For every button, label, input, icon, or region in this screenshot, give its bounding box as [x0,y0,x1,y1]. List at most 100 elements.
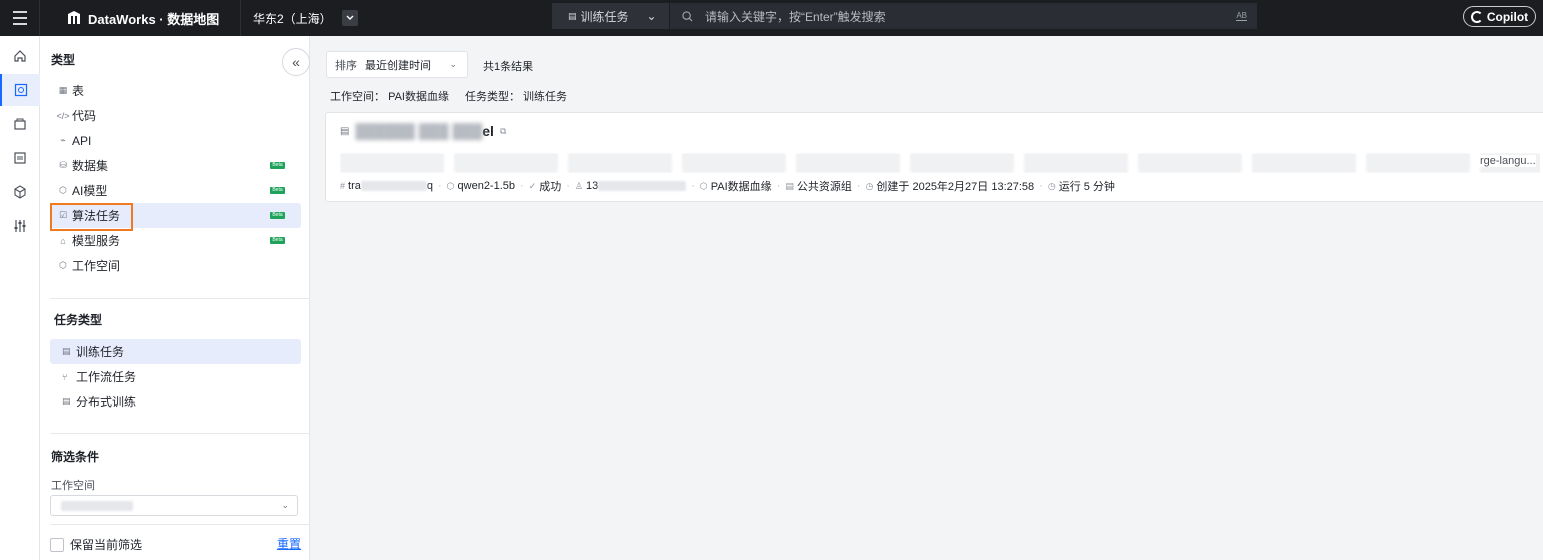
task-type-label: 工作流任务 [76,370,137,384]
filter-sidebar: 类型 « ▦ 表 </> 代码 ⌁ API ⛁ 数据集 Beta ⬡ AI模型 Beta ☑ 算… [40,36,310,560]
type-item-workspace[interactable]: ⬡ 工作空间 [50,253,301,278]
meta-workspace: PAI数据血缘 [710,181,772,193]
workspace-filter-select[interactable]: ⌄ [50,495,298,516]
filter-value: PAI数据血缘 [388,91,449,103]
type-list: ▦ 表 </> 代码 ⌁ API ⛁ 数据集 Beta ⬡ AI模型 Beta ☑ 算法任务 Be… [50,78,301,278]
brand-title: DataWorks · 数据地图 [88,11,220,27]
search-input[interactable]: 请输入关键字，按“Enter”触发搜索 AB [670,3,1257,29]
settings-sliders-icon[interactable] [0,210,40,242]
beta-badge: Beta [270,187,285,194]
meta-id-prefix: tra [348,180,361,192]
meta-id-suffix: q [426,180,433,192]
home-icon[interactable] [0,40,40,72]
clock-icon: ◷ [1047,180,1056,191]
beta-badge: Beta [270,212,285,219]
workflow-icon: ⑂ [62,371,68,382]
result-meta: # tra q · ⬡ qwen2-1.5b · ✓ 成功 · ♙ 13 · ⬡… [340,180,1115,193]
redacted-user [598,181,687,191]
type-section-title: 类型 [51,53,76,67]
copy-icon[interactable]: ⧉ [500,126,506,137]
reset-link[interactable]: 重置 [277,535,301,552]
training-icon: ▤ [62,346,71,356]
meta-user-prefix: 13 [585,180,599,192]
type-item-table[interactable]: ▦ 表 [50,78,301,103]
type-label: 模型服务 [72,234,121,248]
redacted-title: ██████ ███ ███ [355,123,483,139]
result-card[interactable]: ▤ ██████ ███ ███ el ⧉ rge-langu... # tra… [325,112,1543,202]
ai-model-icon: ⬡ [59,185,67,195]
type-item-model-service[interactable]: ⌂ 模型服务 Beta [50,228,301,253]
type-item-code[interactable]: </> 代码 [50,103,301,128]
chevron-down-icon[interactable] [341,10,358,26]
task-type-item-workflow[interactable]: ⑂ 工作流任务 [50,364,301,389]
task-type-item-distributed[interactable]: ▤ 分布式训练 [50,389,301,414]
search-icon [682,10,693,22]
redacted-tag [1366,153,1470,173]
training-task-icon: ▤ [340,125,350,137]
type-label: 代码 [72,109,97,123]
redacted-tag [910,153,1014,173]
keep-filter-label: 保留当前筛选 [70,538,143,552]
search-mode-hint[interactable]: AB [1236,11,1247,21]
brand[interactable]: DataWorks · 数据地图 [40,9,240,28]
filter-section-title: 筛选条件 [51,450,100,464]
book-icon[interactable] [0,142,40,174]
cube-icon[interactable] [0,176,40,208]
result-count: 共1条结果 [483,61,534,73]
workspace-filter-label: 工作空间 [51,480,95,492]
filter-key: 工作空间： [330,91,385,103]
type-item-ai-model[interactable]: ⬡ AI模型 Beta [50,178,301,203]
task-type-item-training[interactable]: ▤ 训练任务 [50,339,301,364]
sort-select[interactable]: 排序 最近创建时间 ⌄ [326,51,468,78]
type-label: AI模型 [72,184,108,198]
redacted-id [360,181,427,191]
type-label: 表 [72,84,85,98]
type-label: 数据集 [72,159,109,173]
meta-runtime: 运行 5 分钟 [1058,181,1115,193]
results-area: 排序 最近创建时间 ⌄ 共1条结果 工作空间： PAI数据血缘 任务类型： 训练… [310,36,1543,560]
keep-filter-checkbox[interactable] [50,537,64,552]
menu-icon[interactable] [0,0,40,36]
filter-value: 训练任务 [523,91,568,103]
meta-created: 创建于 2025年2月27日 13:27:58 [876,181,1035,193]
type-label: 工作空间 [72,259,121,273]
chevron-down-icon: ⌄ [281,500,289,510]
sort-value: 最近创建时间 [365,59,431,72]
resource-group-icon: ▤ [785,180,794,191]
chevron-down-icon: ⌄ [449,59,457,69]
task-type-section-title: 任务类型 [54,313,103,327]
redacted-tag [796,153,900,173]
result-title-tail: el [482,123,494,139]
asset-icon[interactable] [0,108,40,140]
data-map-icon[interactable] [0,74,40,106]
task-type-list: ▤ 训练任务 ⑂ 工作流任务 ▤ 分布式训练 [50,339,301,414]
divider [50,524,310,525]
type-item-dataset[interactable]: ⛁ 数据集 Beta [50,153,301,178]
redacted-tag [1024,153,1128,173]
result-title[interactable]: ▤ ██████ ███ ███ el ⧉ [340,123,506,139]
redacted-tag [340,153,444,173]
type-item-api[interactable]: ⌁ API [50,128,301,153]
type-label: API [72,133,92,148]
keep-filter-option[interactable]: 保留当前筛选 [50,536,142,553]
search-scope-select[interactable]: ▤ 训练任务 ⌄ [552,3,669,29]
redacted-tag [1252,153,1356,173]
search-placeholder: 请输入关键字，按“Enter”触发搜索 [705,9,886,24]
task-type-label: 训练任务 [76,345,125,359]
search-scope-label: 训练任务 [580,9,629,24]
region-selector[interactable]: 华东2（上海） [240,0,358,36]
distributed-icon: ▤ [62,396,71,406]
divider [50,298,310,299]
copilot-icon [1470,10,1483,23]
user-icon: ♙ [574,180,583,191]
check-circle-icon: ✓ [528,180,537,191]
copilot-label: Copilot [1486,9,1529,24]
dataset-icon: ⛁ [59,160,67,170]
active-filters: 工作空间： PAI数据血缘 任务类型： 训练任务 [330,88,567,104]
collapse-sidebar-button[interactable]: « [282,48,310,76]
top-bar: DataWorks · 数据地图 华东2（上海） ▤ 训练任务 ⌄ 请输入关键字… [0,0,1543,36]
copilot-button[interactable]: Copilot [1463,6,1536,27]
meta-resource-group: 公共资源组 [796,181,852,193]
redacted-tag [1138,153,1242,173]
meta-status: 成功 [539,181,562,193]
